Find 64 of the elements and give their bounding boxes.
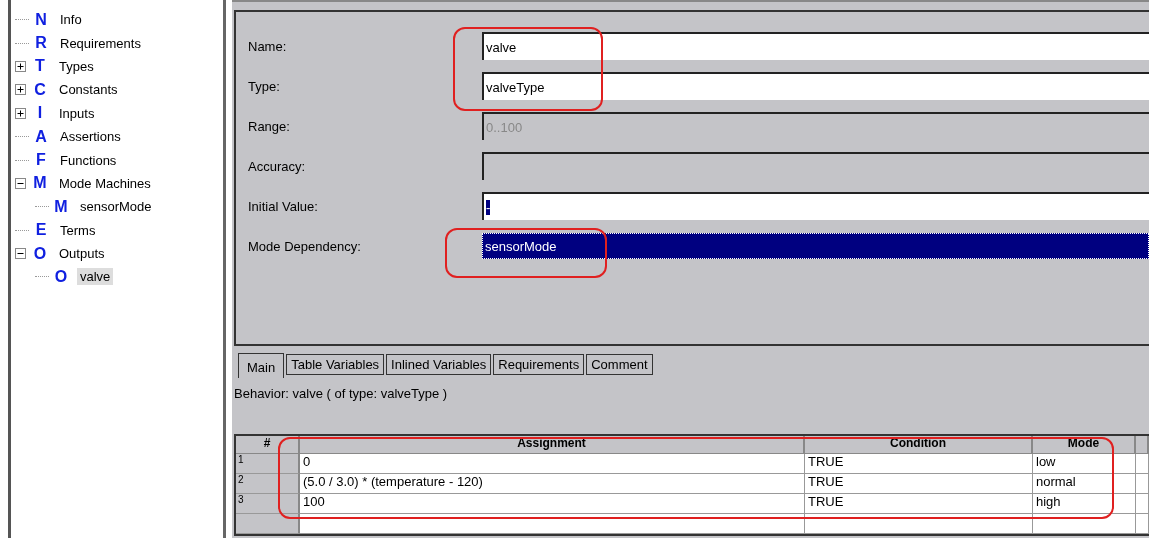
field-label: Type: (247, 78, 281, 94)
expand-icon[interactable] (15, 60, 26, 72)
field-label: Initial Value: (247, 198, 319, 214)
row-header: 1 (236, 454, 300, 474)
table-cell: TRUE (805, 494, 1033, 514)
field-label: Name: (247, 38, 288, 54)
tab[interactable]: Inlined Variables (386, 354, 492, 375)
field-label: Mode Dependency: (247, 238, 362, 254)
table-cell: (5.0 / 3.0) * (temperature - 120) (300, 474, 805, 494)
column-header[interactable]: Mode (1033, 436, 1136, 454)
tab[interactable]: Table Variables (286, 354, 385, 375)
node-type-letter: I (36, 104, 44, 123)
field-label: Range: (247, 118, 291, 134)
row-header: 2 (236, 474, 300, 494)
node-type-letter: R (34, 34, 48, 53)
node-type-letter: C (33, 80, 47, 99)
table-cell: 100 (300, 494, 805, 514)
tree-item[interactable]: valve (77, 268, 114, 286)
node-type-letter: A (34, 127, 48, 146)
input-field[interactable]: - (482, 192, 1149, 220)
tree-item[interactable]: Outputs (56, 245, 108, 263)
expand-icon[interactable] (15, 107, 26, 119)
row-header: 3 (236, 494, 300, 514)
node-type-letter: N (34, 10, 48, 29)
node-type-letter: F (35, 151, 47, 170)
table-cell: TRUE (805, 474, 1033, 494)
row-header (236, 514, 300, 534)
tree-item[interactable]: Terms (57, 221, 99, 239)
table-cell (1136, 514, 1149, 534)
tree-item[interactable]: Types (56, 57, 97, 75)
node-type-letter: O (32, 244, 48, 263)
tree-item[interactable]: Assertions (57, 128, 124, 146)
tab[interactable]: Requirements (493, 354, 585, 375)
collapse-icon[interactable] (15, 177, 26, 189)
dropdown-field[interactable]: sensorMode (482, 233, 1149, 259)
input-field[interactable]: valve (482, 32, 1149, 60)
tree-item[interactable]: sensorMode (77, 198, 155, 216)
table-cell: high (1033, 494, 1136, 514)
node-type-letter: M (32, 174, 48, 193)
table-cell: 0 (300, 454, 805, 474)
tree-item[interactable]: Constants (56, 81, 121, 99)
tree-item[interactable]: Mode Machines (56, 174, 154, 192)
tab[interactable]: Main (238, 353, 285, 378)
column-header[interactable]: # (236, 436, 300, 454)
input-field[interactable]: valveType (482, 72, 1149, 100)
behavior-caption: Behavior: valve ( of type: valveType ) (234, 386, 448, 401)
table-cell: normal (1033, 474, 1136, 494)
expand-icon[interactable] (15, 84, 26, 96)
field-label: Accuracy: (247, 158, 307, 174)
node-type-letter: M (53, 197, 69, 216)
table-cell: TRUE (805, 454, 1033, 474)
tree-item[interactable]: Functions (57, 151, 120, 169)
tree-item[interactable]: Inputs (56, 104, 98, 122)
table-cell (1136, 454, 1149, 474)
table-cell (1136, 494, 1149, 514)
table-cell: low (1033, 454, 1136, 474)
table-cell (1136, 474, 1149, 494)
node-type-letter: E (34, 221, 48, 240)
node-type-letter: T (34, 57, 46, 76)
tree-item[interactable]: Requirements (57, 34, 144, 52)
tab[interactable]: Comment (586, 354, 653, 375)
collapse-icon[interactable] (15, 248, 26, 260)
node-type-letter: O (53, 268, 69, 286)
tree-item[interactable]: Info (57, 11, 85, 29)
